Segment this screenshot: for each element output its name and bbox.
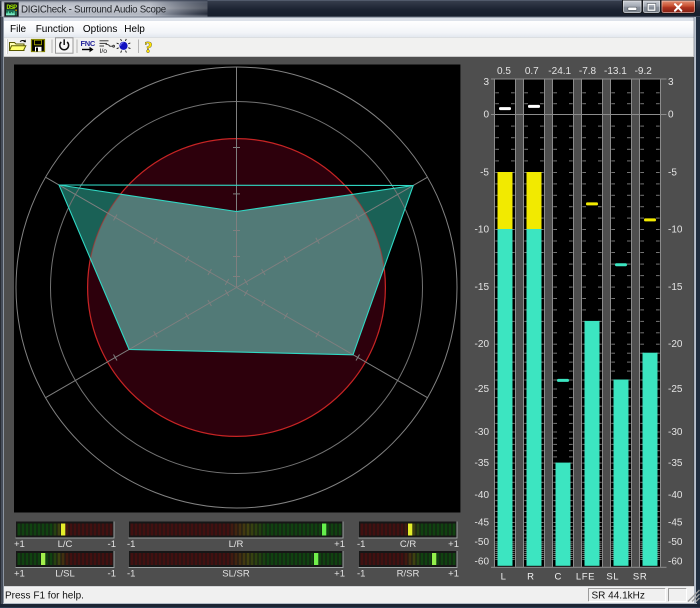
svg-text:Help: Help (124, 24, 145, 35)
svg-text:?: ? (145, 40, 153, 57)
svg-text:-50: -50 (668, 537, 683, 548)
svg-text:Function: Function (36, 24, 74, 35)
svg-text:-30: -30 (668, 427, 683, 438)
svg-text:-1: -1 (108, 569, 116, 580)
svg-text:R: R (527, 572, 534, 583)
svg-text:+1: +1 (14, 569, 25, 580)
svg-text:-15: -15 (475, 282, 490, 293)
svg-text:DIGICheck - Surround Audio Sco: DIGICheck - Surround Audio Scope (21, 5, 166, 16)
svg-text:Options: Options (83, 24, 117, 35)
svg-text:-5: -5 (480, 168, 489, 179)
svg-text:-1: -1 (108, 539, 116, 550)
svg-text:L/C: L/C (58, 539, 73, 550)
svg-text:SR: SR (633, 572, 647, 583)
svg-text:-50: -50 (475, 537, 490, 548)
svg-text:-20: -20 (475, 339, 490, 350)
svg-text:-13.1: -13.1 (604, 66, 627, 77)
svg-text:-1: -1 (357, 539, 365, 550)
svg-text:+1: +1 (448, 539, 459, 550)
svg-text:L/R: L/R (229, 539, 244, 550)
svg-text:-45: -45 (475, 518, 490, 529)
svg-text:0: 0 (668, 110, 674, 121)
svg-text:-15: -15 (668, 282, 683, 293)
svg-text:-60: -60 (668, 556, 683, 567)
svg-text:-1: -1 (127, 569, 135, 580)
svg-text:-60: -60 (475, 556, 490, 567)
svg-text:-35: -35 (475, 458, 490, 469)
svg-text:LFE: LFE (576, 572, 595, 583)
svg-text:0.5: 0.5 (497, 66, 511, 77)
svg-text:-45: -45 (668, 518, 683, 529)
svg-text:-10: -10 (668, 225, 683, 236)
svg-text:-24.1: -24.1 (548, 66, 571, 77)
svg-text:-1: -1 (127, 539, 135, 550)
svg-text:3: 3 (483, 77, 489, 88)
svg-text:0.7: 0.7 (525, 66, 539, 77)
svg-text:-25: -25 (668, 384, 683, 395)
svg-text:FNC: FNC (81, 39, 96, 48)
svg-text:+1: +1 (448, 569, 459, 580)
svg-text:+1: +1 (334, 539, 345, 550)
svg-text:-9.2: -9.2 (635, 66, 653, 77)
svg-text:L: L (501, 572, 507, 583)
svg-text:-20: -20 (668, 339, 683, 350)
svg-text:File: File (10, 24, 27, 35)
svg-text:0: 0 (483, 110, 489, 121)
svg-text:3: 3 (668, 77, 674, 88)
svg-text:-35: -35 (668, 458, 683, 469)
svg-text:SR 44.1kHz: SR 44.1kHz (592, 590, 645, 601)
svg-text:-7.8: -7.8 (579, 66, 597, 77)
svg-text:I/o: I/o (100, 48, 108, 55)
svg-text:-5: -5 (668, 168, 677, 179)
svg-text:-1: -1 (357, 569, 365, 580)
svg-text:-25: -25 (475, 384, 490, 395)
svg-text:-30: -30 (475, 427, 490, 438)
svg-text:C: C (554, 572, 561, 583)
svg-text:-10: -10 (475, 225, 490, 236)
svg-text:SL/SR: SL/SR (222, 569, 250, 580)
svg-text:Press F1 for help.: Press F1 for help. (5, 590, 84, 601)
svg-text:-40: -40 (475, 490, 490, 501)
svg-text:L/SL: L/SL (55, 569, 75, 580)
svg-text:+1: +1 (14, 539, 25, 550)
svg-text:-40: -40 (668, 490, 683, 501)
svg-text:SL: SL (606, 572, 619, 583)
svg-text:R/SR: R/SR (397, 569, 420, 580)
svg-text:+1: +1 (334, 569, 345, 580)
svg-text:C/R: C/R (400, 539, 417, 550)
